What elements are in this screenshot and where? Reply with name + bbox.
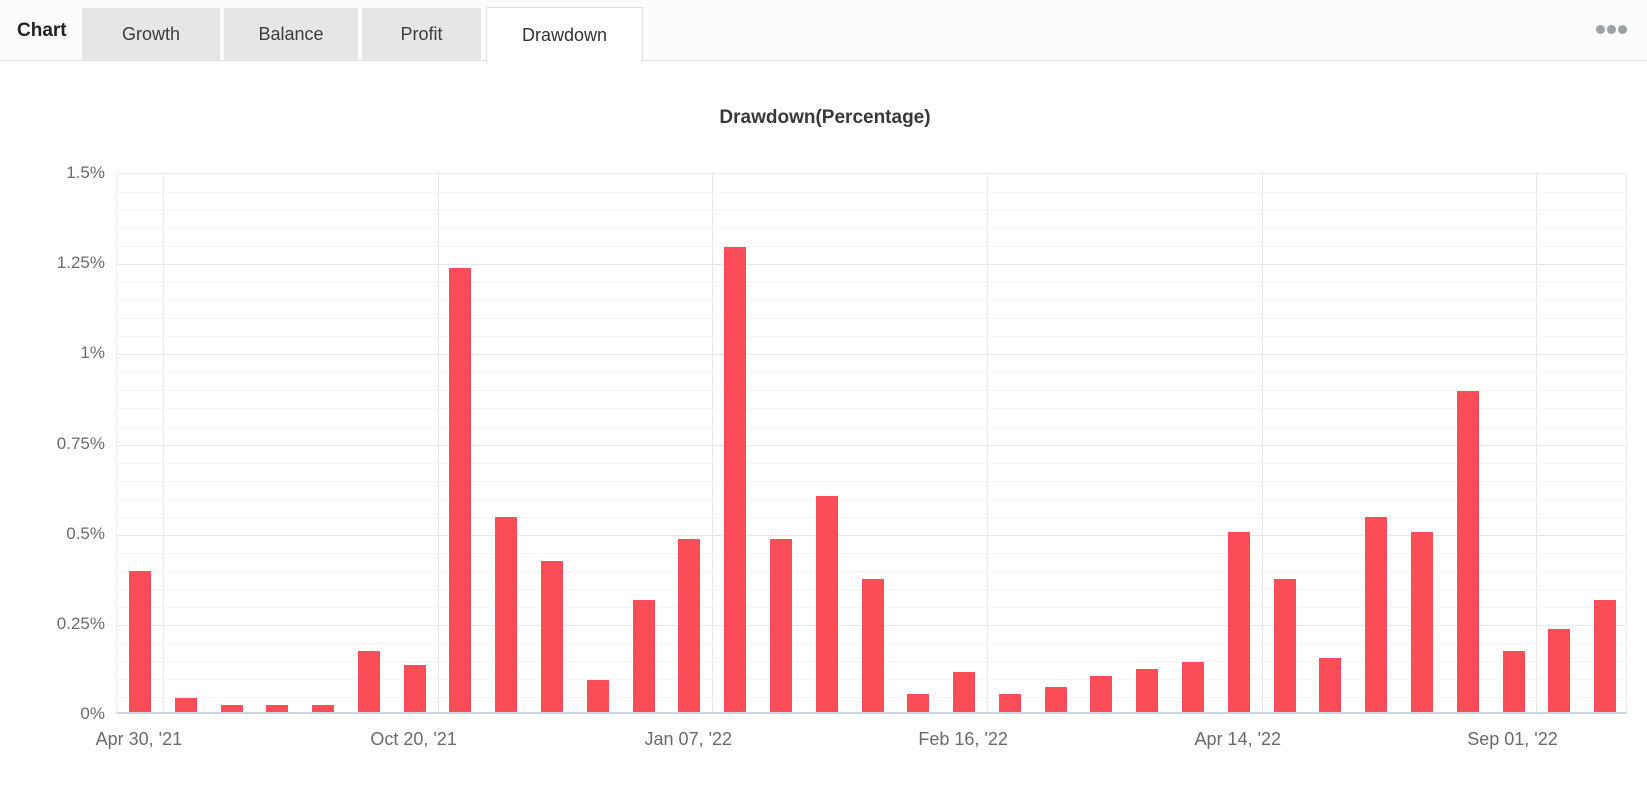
drawdown-bar[interactable] xyxy=(128,571,151,712)
y-axis-tick-label: 0.5% xyxy=(66,523,105,543)
drawdown-bar[interactable] xyxy=(541,560,563,712)
drawdown-bar[interactable] xyxy=(357,650,380,712)
y-axis-tick-label: 0.25% xyxy=(56,613,105,633)
drawdown-bar[interactable] xyxy=(449,268,472,712)
more-options-button[interactable] xyxy=(1587,18,1627,40)
y-axis-tick-label: 1% xyxy=(80,343,105,363)
vertical-gridline xyxy=(712,174,714,712)
drawdown-bar[interactable] xyxy=(1136,668,1159,712)
drawdown-bar[interactable] xyxy=(1502,650,1525,712)
minor-gridline xyxy=(117,336,1626,338)
minor-gridline xyxy=(117,462,1626,464)
tab-balance[interactable]: Balance xyxy=(224,8,358,61)
minor-gridline xyxy=(117,372,1626,374)
drawdown-bar[interactable] xyxy=(1273,578,1296,712)
minor-gridline xyxy=(117,498,1626,500)
drawdown-bar[interactable] xyxy=(403,665,426,712)
vertical-gridline xyxy=(162,174,164,712)
tab-profit[interactable]: Profit xyxy=(362,8,481,61)
major-gridline xyxy=(117,264,1626,266)
drawdown-bar[interactable] xyxy=(1594,600,1617,712)
drawdown-bar[interactable] xyxy=(1044,686,1067,712)
chart-section-label: Chart xyxy=(17,19,67,41)
drawdown-bar[interactable] xyxy=(266,704,289,712)
y-axis-tick-label: 0.75% xyxy=(56,433,105,453)
minor-gridline xyxy=(117,516,1626,518)
minor-gridline xyxy=(117,192,1626,193)
drawdown-bar[interactable] xyxy=(1182,661,1204,712)
minor-gridline xyxy=(117,390,1626,392)
vertical-gridline xyxy=(1261,174,1263,712)
drawdown-bar[interactable] xyxy=(220,704,243,712)
minor-gridline xyxy=(117,552,1626,554)
minor-gridline xyxy=(117,246,1626,248)
major-gridline xyxy=(117,354,1626,356)
drawdown-bar[interactable] xyxy=(861,578,884,712)
minor-gridline xyxy=(117,300,1626,302)
minor-gridline xyxy=(117,228,1626,230)
vertical-gridline xyxy=(437,174,439,712)
ellipsis-icon xyxy=(1607,24,1616,34)
x-axis-tick-label: Sep 01, '22 xyxy=(1467,729,1558,749)
drawdown-bar[interactable] xyxy=(769,538,792,712)
chart-title: Drawdown(Percentage) xyxy=(719,107,931,128)
major-gridline xyxy=(117,534,1626,536)
minor-gridline xyxy=(117,408,1626,410)
vertical-gridline xyxy=(987,174,988,712)
minor-gridline xyxy=(117,480,1626,482)
drawdown-bar[interactable] xyxy=(815,495,838,712)
drawdown-bar[interactable] xyxy=(1319,657,1342,712)
drawdown-bar[interactable] xyxy=(678,538,701,712)
ellipsis-icon xyxy=(1596,24,1605,34)
tab-growth-label: Growth xyxy=(121,24,181,44)
tab-profit-label: Profit xyxy=(400,24,443,44)
x-axis-tick-label: Feb 16, '22 xyxy=(918,729,1008,749)
drawdown-bar[interactable] xyxy=(1090,675,1113,712)
drawdown-bar[interactable] xyxy=(1548,629,1571,712)
drawdown-bar[interactable] xyxy=(495,517,518,712)
drawdown-bar[interactable] xyxy=(1456,391,1479,712)
drawdown-bar[interactable] xyxy=(1411,531,1433,712)
y-axis-tick-label: 1.5% xyxy=(66,163,105,182)
vertical-gridline xyxy=(1536,174,1538,712)
ellipsis-icon xyxy=(1618,24,1627,34)
tab-bar: Chart Growth Balance Profit Drawdown xyxy=(0,0,1647,63)
drawdown-bar[interactable] xyxy=(632,600,655,712)
drawdown-bar[interactable] xyxy=(1227,531,1250,712)
drawdown-bar[interactable] xyxy=(953,672,976,712)
x-axis-tick-label: Jan 07, '22 xyxy=(644,729,733,749)
x-axis-tick-label: Apr 14, '22 xyxy=(1194,729,1282,749)
tab-drawdown-label: Drawdown xyxy=(521,25,608,45)
major-gridline xyxy=(117,444,1626,446)
tab-growth[interactable]: Growth xyxy=(82,8,220,61)
x-axis-tick-label: Apr 30, '21 xyxy=(95,729,183,749)
drawdown-bar[interactable] xyxy=(174,697,197,712)
tab-balance-label: Balance xyxy=(258,24,324,44)
minor-gridline xyxy=(117,426,1626,428)
drawdown-bar[interactable] xyxy=(907,694,930,712)
y-axis-tick-label: 0% xyxy=(80,704,105,723)
drawdown-chart-plot-area xyxy=(116,173,1627,714)
minor-gridline xyxy=(117,210,1626,212)
x-axis-tick-label: Oct 20, '21 xyxy=(370,729,457,749)
drawdown-bar[interactable] xyxy=(312,704,334,712)
drawdown-bar[interactable] xyxy=(586,679,609,712)
drawdown-bar[interactable] xyxy=(998,694,1021,712)
drawdown-bar[interactable] xyxy=(724,246,747,712)
minor-gridline xyxy=(117,318,1626,320)
minor-gridline xyxy=(117,282,1626,284)
drawdown-bar[interactable] xyxy=(1365,517,1388,712)
tab-drawdown[interactable]: Drawdown xyxy=(486,7,643,63)
minor-gridline xyxy=(117,570,1626,572)
y-axis-tick-label: 1.25% xyxy=(56,253,105,273)
